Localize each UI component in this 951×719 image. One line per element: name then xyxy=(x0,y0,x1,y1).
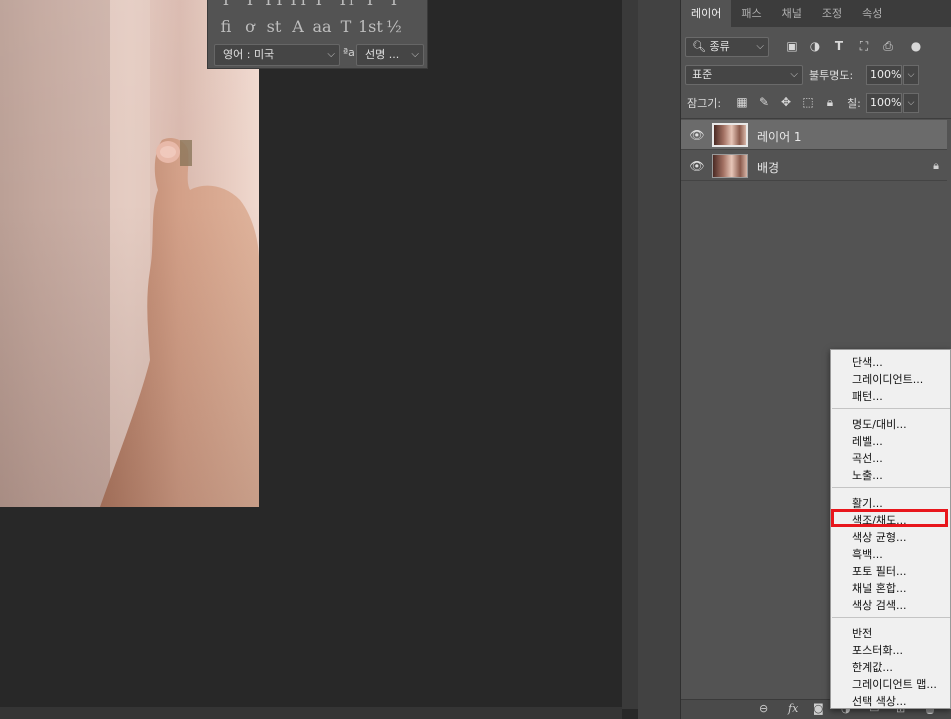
menu-item-curves[interactable]: 곡선... xyxy=(852,450,883,466)
opacity-dropdown-button[interactable]: ⌵ xyxy=(903,65,919,85)
shape-filter-icon[interactable]: ⛶ xyxy=(857,39,871,53)
tab-paths[interactable]: 패스 xyxy=(731,0,771,27)
menu-item-solid-color[interactable]: 단색... xyxy=(852,354,883,370)
divider xyxy=(681,118,951,119)
menu-item-posterize[interactable]: 포스터화... xyxy=(852,642,903,658)
swash-icon[interactable]: A xyxy=(286,17,310,36)
menu-item-pattern[interactable]: 패턴... xyxy=(852,388,883,404)
highlight-box xyxy=(831,509,948,527)
eye-icon[interactable]: 👁︎ xyxy=(689,159,705,173)
lock-icon: 🔒︎ xyxy=(933,159,939,172)
tab-channels[interactable]: 채널 xyxy=(772,0,812,27)
blend-mode-select[interactable]: 표준 ⌵ xyxy=(685,65,803,85)
opacity-label: 불투명도: xyxy=(809,69,854,82)
menu-item-photo-filter[interactable]: 포토 필터... xyxy=(852,563,906,579)
glyph-row-opentype: fi ơ st A aa T 1st ½ xyxy=(214,17,406,36)
vertical-scrollbar[interactable] xyxy=(622,0,638,709)
adjustment-filter-icon[interactable]: ◑ xyxy=(808,39,822,53)
language-select[interactable]: 영어 : 미국 ⌵ xyxy=(214,44,340,66)
menu-separator xyxy=(832,487,950,488)
lock-position-icon[interactable]: ✥ xyxy=(779,95,793,109)
titling-alternates-icon[interactable]: T xyxy=(334,17,358,36)
chevron-down-icon: ⌵ xyxy=(790,69,798,80)
layer-thumbnail xyxy=(712,123,748,147)
menu-item-gradient-map[interactable]: 그레이디언트 맵... xyxy=(852,676,937,692)
menu-item-gradient[interactable]: 그레이디언트... xyxy=(852,371,923,387)
type-filter-icon[interactable]: T xyxy=(832,39,846,53)
fractions-icon[interactable]: ½ xyxy=(382,17,406,36)
chevron-down-icon: ⌵ xyxy=(327,49,335,60)
small-caps-icon[interactable]: Tт xyxy=(286,0,310,9)
menu-item-exposure[interactable]: 노출... xyxy=(852,467,883,483)
menu-separator xyxy=(832,617,950,618)
discretionary-ligature-icon[interactable]: st xyxy=(262,17,286,36)
fill-label: 칠: xyxy=(847,97,861,110)
faux-bold-icon[interactable]: T xyxy=(214,0,238,9)
menu-item-black-white[interactable]: 흑백... xyxy=(852,546,883,562)
link-layers-icon[interactable]: ⊖ xyxy=(759,702,768,715)
ligature-icon[interactable]: fi xyxy=(214,17,238,36)
tab-layers[interactable]: 레이어 xyxy=(681,0,732,27)
antialias-select-value: 선명 ... xyxy=(365,48,400,61)
opacity-input[interactable]: 100% xyxy=(866,65,902,85)
search-icon: 🔍︎ xyxy=(692,40,706,53)
menu-item-brightness-contrast[interactable]: 명도/대비... xyxy=(852,416,907,432)
menu-item-threshold[interactable]: 한계값... xyxy=(852,659,893,675)
lock-all-icon[interactable]: 🔒︎ xyxy=(823,95,837,109)
layer-thumbnail xyxy=(712,154,748,178)
lock-artboard-icon[interactable]: ⬚ xyxy=(801,95,815,109)
tab-adjustments[interactable]: 조정 xyxy=(812,0,852,27)
menu-item-levels[interactable]: 레벨... xyxy=(852,433,883,449)
layer-name: 레이어 1 xyxy=(757,130,802,144)
fx-icon[interactable]: fx xyxy=(788,702,798,715)
horizontal-scrollbar[interactable] xyxy=(0,707,622,719)
smart-object-filter-icon[interactable]: ⎙ xyxy=(881,39,895,53)
fill-dropdown-button[interactable]: ⌵ xyxy=(903,93,919,113)
menu-separator xyxy=(832,408,950,409)
faux-italic-icon[interactable]: T xyxy=(238,0,262,9)
fill-input[interactable]: 100% xyxy=(866,93,902,113)
lock-image-pixels-icon[interactable]: ✎ xyxy=(757,95,771,109)
strikethrough-icon[interactable]: Ŧ xyxy=(382,0,406,9)
antialias-select[interactable]: 선명 ... ⌵ xyxy=(356,44,424,66)
character-panel: T T TT Tт T¹ T₁ T Ŧ fi ơ st A aa T 1st ½… xyxy=(207,0,428,69)
panel-dock-strip xyxy=(638,0,680,719)
adjustment-layer-menu: 단색... 그레이디언트... 패턴... 명도/대비... 레벨... 곡선.… xyxy=(830,349,951,709)
all-caps-icon[interactable]: TT xyxy=(262,0,286,9)
lock-label: 잠그기: xyxy=(687,97,722,110)
tab-properties[interactable]: 속성 xyxy=(852,0,892,27)
superscript-icon[interactable]: T¹ xyxy=(310,0,334,9)
add-mask-icon[interactable]: ◙ xyxy=(813,702,824,715)
menu-item-color-balance[interactable]: 색상 균형... xyxy=(852,529,906,545)
menu-item-channel-mixer[interactable]: 채널 혼합... xyxy=(852,580,906,596)
language-select-value: 영어 : 미국 xyxy=(223,48,275,61)
filter-toggle-icon[interactable]: ● xyxy=(909,39,923,53)
old-style-icon[interactable]: ơ xyxy=(238,17,262,36)
ordinals-icon[interactable]: 1st xyxy=(358,17,383,36)
chevron-down-icon: ⌵ xyxy=(756,41,764,52)
lock-transparent-pixels-icon[interactable]: ▦ xyxy=(735,95,749,109)
pixel-filter-icon[interactable]: ▣ xyxy=(785,39,799,53)
layer-row[interactable]: 👁︎ 배경 🔒︎ xyxy=(681,151,947,181)
chevron-down-icon: ⌵ xyxy=(411,49,419,60)
antialias-icon: ªa xyxy=(343,46,355,59)
blend-mode-value: 표준 xyxy=(692,68,713,81)
subscript-icon[interactable]: T₁ xyxy=(334,0,358,9)
menu-item-invert[interactable]: 반전 xyxy=(852,625,872,641)
glyph-row-top: T T TT Tт T¹ T₁ T Ŧ xyxy=(214,0,406,9)
panel-tabs: 레이어 패스 채널 조정 속성 xyxy=(681,0,951,27)
filter-kind-value: 종류 xyxy=(709,40,730,53)
underline-icon[interactable]: T xyxy=(358,0,382,9)
photo-shade xyxy=(0,0,259,507)
layer-row[interactable]: 👁︎ 레이어 1 xyxy=(681,120,947,150)
canvas-photo[interactable] xyxy=(0,0,259,507)
stylistic-alternates-icon[interactable]: aa xyxy=(310,17,334,36)
menu-item-color-lookup[interactable]: 색상 검색... xyxy=(852,597,906,613)
menu-item-selective-color[interactable]: 선택 색상... xyxy=(852,693,906,709)
filter-kind-select[interactable]: 🔍︎ 종류 ⌵ xyxy=(685,37,769,57)
layer-name: 배경 xyxy=(757,161,780,175)
eye-icon[interactable]: 👁︎ xyxy=(689,128,705,142)
